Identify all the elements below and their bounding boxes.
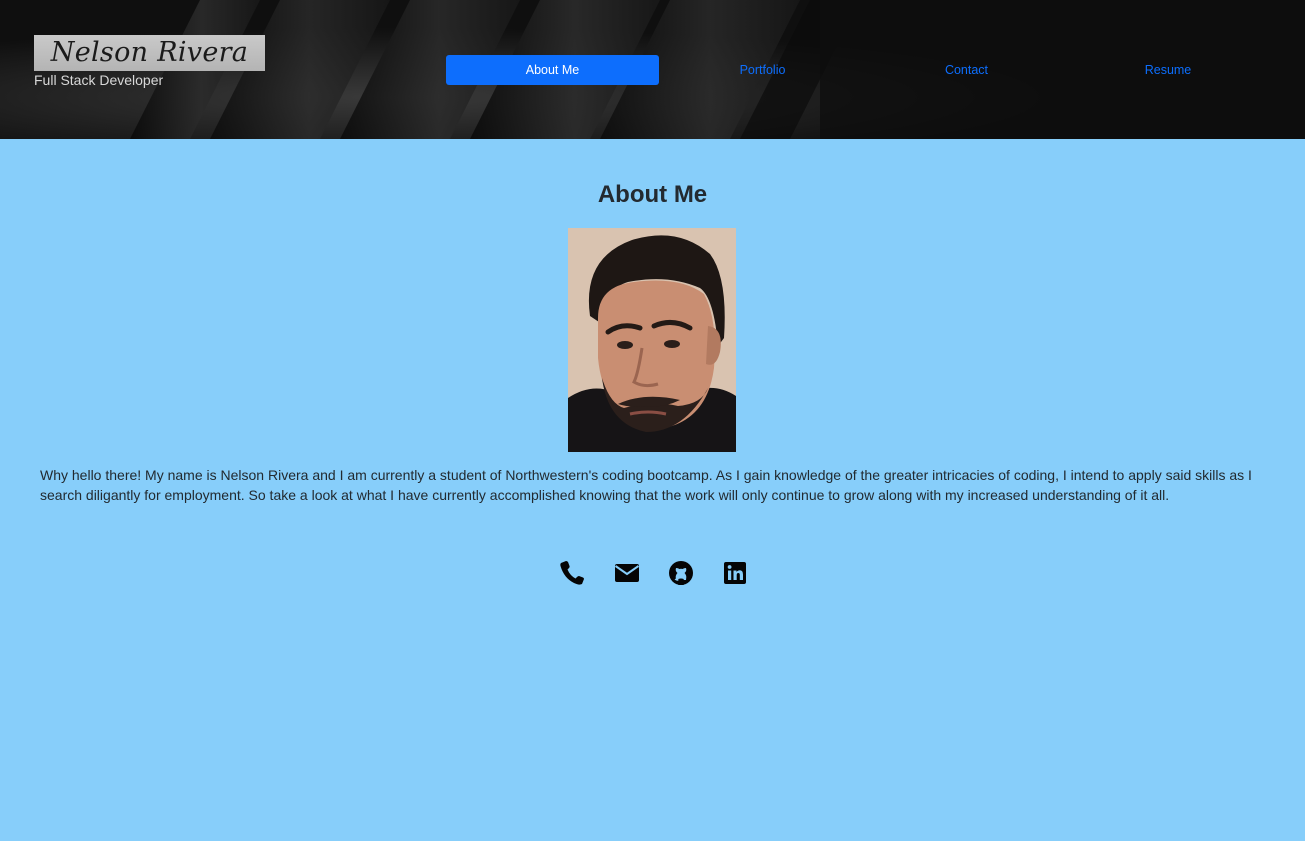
profile-photo xyxy=(568,228,736,452)
nav-portfolio[interactable]: Portfolio xyxy=(659,55,866,85)
nav-contact[interactable]: Contact xyxy=(866,55,1067,85)
bio-text: Why hello there! My name is Nelson River… xyxy=(40,467,1252,503)
linkedin-icon[interactable] xyxy=(720,558,750,588)
github-icon[interactable] xyxy=(666,558,696,588)
logo-box: Nelson Rivera xyxy=(34,35,265,71)
envelope-icon[interactable] xyxy=(612,558,642,588)
nav-resume[interactable]: Resume xyxy=(1067,55,1269,85)
site-subtitle: Full Stack Developer xyxy=(34,72,164,88)
phone-icon[interactable] xyxy=(557,558,587,588)
social-links xyxy=(557,558,753,588)
site-name: Nelson Rivera xyxy=(50,37,249,68)
site-header: Nelson Rivera Full Stack Developer About… xyxy=(0,0,1305,139)
section-title: About Me xyxy=(597,181,708,208)
main-content: About Me Why hello there! My name is Nel… xyxy=(0,139,1305,841)
nav-about-me[interactable]: About Me xyxy=(446,55,659,85)
